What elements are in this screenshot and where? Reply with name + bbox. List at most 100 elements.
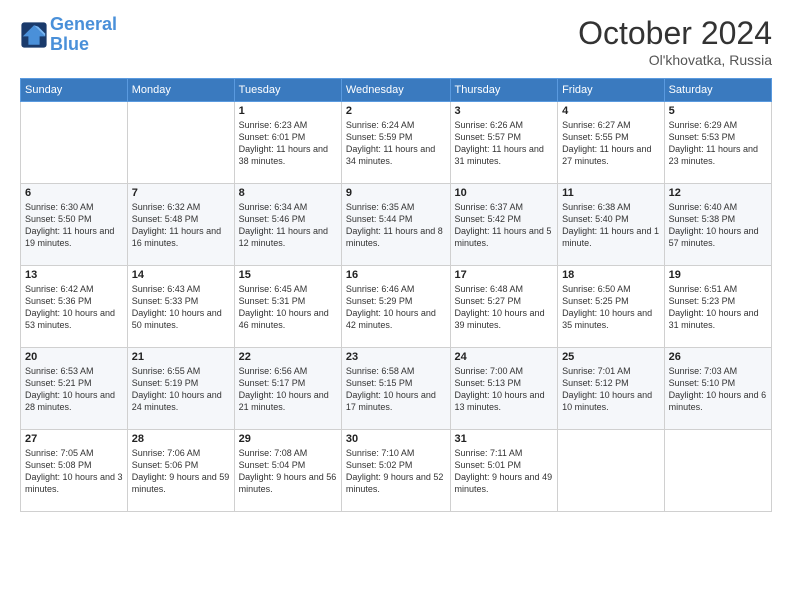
calendar-cell: 24 Sunrise: 7:00 AM Sunset: 5:13 PM Dayli… [450,348,558,430]
day-info: Sunrise: 6:35 AM Sunset: 5:44 PM Dayligh… [346,201,446,250]
day-info: Sunrise: 6:30 AM Sunset: 5:50 PM Dayligh… [25,201,123,250]
col-sunday: Sunday [21,79,128,102]
logo: General Blue [20,15,117,55]
day-info: Sunrise: 6:32 AM Sunset: 5:48 PM Dayligh… [132,201,230,250]
calendar-cell: 27Sunrise: 7:05 AM Sunset: 5:08 PM Dayli… [21,430,128,512]
calendar-cell: 29 Sunrise: 7:08 AM Sunset: 5:04 PM Dayli… [234,430,341,512]
calendar-cell: 6Sunrise: 6:30 AM Sunset: 5:50 PM Daylig… [21,184,128,266]
day-info: Sunrise: 7:05 AM Sunset: 5:08 PM Dayligh… [25,447,123,496]
day-info: Sunrise: 7:00 AM Sunset: 5:13 PM Dayligh… [455,365,554,414]
logo-text: General Blue [50,15,117,55]
calendar-cell: 18Sunrise: 6:50 AM Sunset: 5:25 PM Dayli… [558,266,665,348]
day-number: 18 [562,269,660,281]
calendar-cell: 23Sunrise: 6:58 AM Sunset: 5:15 PM Dayli… [341,348,450,430]
day-info: Sunrise: 7:01 AM Sunset: 5:12 PM Dayligh… [562,365,660,414]
header: General Blue October 2024 Ol'khovatka, R… [20,15,772,68]
day-number: 9 [346,187,446,199]
calendar-cell: 17 Sunrise: 6:48 AM Sunset: 5:27 PM Dayli… [450,266,558,348]
day-number: 30 [346,433,446,445]
calendar-page: General Blue October 2024 Ol'khovatka, R… [0,0,792,612]
calendar-cell: 2 Sunrise: 6:24 AM Sunset: 5:59 PM Daylig… [341,102,450,184]
calendar-cell: 12Sunrise: 6:40 AM Sunset: 5:38 PM Dayli… [664,184,771,266]
day-number: 17 [455,269,554,281]
day-number: 1 [239,105,337,117]
day-number: 28 [132,433,230,445]
calendar-cell: 5 Sunrise: 6:29 AM Sunset: 5:53 PM Daylig… [664,102,771,184]
col-wednesday: Wednesday [341,79,450,102]
day-info: Sunrise: 6:37 AM Sunset: 5:42 PM Dayligh… [455,201,554,250]
day-info: Sunrise: 6:34 AM Sunset: 5:46 PM Dayligh… [239,201,337,250]
day-number: 10 [455,187,554,199]
day-number: 24 [455,351,554,363]
day-info: Sunrise: 6:38 AM Sunset: 5:40 PM Dayligh… [562,201,660,250]
col-friday: Friday [558,79,665,102]
day-info: Sunrise: 6:46 AM Sunset: 5:29 PM Dayligh… [346,283,446,332]
calendar-cell [558,430,665,512]
calendar-cell [664,430,771,512]
calendar-week-3: 20 Sunrise: 6:53 AM Sunset: 5:21 PM Dayli… [21,348,772,430]
calendar-cell: 22 Sunrise: 6:56 AM Sunset: 5:17 PM Dayli… [234,348,341,430]
day-info: Sunrise: 7:06 AM Sunset: 5:06 PM Dayligh… [132,447,230,496]
calendar-week-0: 1 Sunrise: 6:23 AM Sunset: 6:01 PM Daylig… [21,102,772,184]
calendar-cell: 19Sunrise: 6:51 AM Sunset: 5:23 PM Dayli… [664,266,771,348]
calendar-cell: 31Sunrise: 7:11 AM Sunset: 5:01 PM Dayli… [450,430,558,512]
logo-general: General [50,14,117,34]
day-info: Sunrise: 7:03 AM Sunset: 5:10 PM Dayligh… [669,365,767,414]
day-info: Sunrise: 6:24 AM Sunset: 5:59 PM Dayligh… [346,119,446,168]
calendar-cell: 21 Sunrise: 6:55 AM Sunset: 5:19 PM Dayli… [127,348,234,430]
day-info: Sunrise: 6:23 AM Sunset: 6:01 PM Dayligh… [239,119,337,168]
calendar-cell: 25Sunrise: 7:01 AM Sunset: 5:12 PM Dayli… [558,348,665,430]
calendar-cell [21,102,128,184]
calendar-cell: 20 Sunrise: 6:53 AM Sunset: 5:21 PM Dayli… [21,348,128,430]
calendar-cell: 3Sunrise: 6:26 AM Sunset: 5:57 PM Daylig… [450,102,558,184]
day-number: 4 [562,105,660,117]
col-tuesday: Tuesday [234,79,341,102]
day-info: Sunrise: 6:45 AM Sunset: 5:31 PM Dayligh… [239,283,337,332]
col-monday: Monday [127,79,234,102]
day-number: 22 [239,351,337,363]
calendar-cell: 30 Sunrise: 7:10 AM Sunset: 5:02 PM Dayli… [341,430,450,512]
calendar-cell: 26 Sunrise: 7:03 AM Sunset: 5:10 PM Dayli… [664,348,771,430]
day-number: 11 [562,187,660,199]
day-info: Sunrise: 6:48 AM Sunset: 5:27 PM Dayligh… [455,283,554,332]
day-number: 8 [239,187,337,199]
col-thursday: Thursday [450,79,558,102]
day-info: Sunrise: 6:26 AM Sunset: 5:57 PM Dayligh… [455,119,554,168]
calendar-cell: 15 Sunrise: 6:45 AM Sunset: 5:31 PM Dayli… [234,266,341,348]
day-info: Sunrise: 6:55 AM Sunset: 5:19 PM Dayligh… [132,365,230,414]
day-number: 2 [346,105,446,117]
calendar-cell: 7 Sunrise: 6:32 AM Sunset: 5:48 PM Daylig… [127,184,234,266]
day-info: Sunrise: 6:51 AM Sunset: 5:23 PM Dayligh… [669,283,767,332]
day-number: 5 [669,105,767,117]
day-number: 26 [669,351,767,363]
day-info: Sunrise: 6:56 AM Sunset: 5:17 PM Dayligh… [239,365,337,414]
day-number: 16 [346,269,446,281]
calendar-cell: 11 Sunrise: 6:38 AM Sunset: 5:40 PM Dayli… [558,184,665,266]
day-info: Sunrise: 7:08 AM Sunset: 5:04 PM Dayligh… [239,447,337,496]
calendar-cell: 10 Sunrise: 6:37 AM Sunset: 5:42 PM Dayli… [450,184,558,266]
logo-blue: Blue [50,34,89,54]
day-info: Sunrise: 6:27 AM Sunset: 5:55 PM Dayligh… [562,119,660,168]
calendar-cell [127,102,234,184]
day-info: Sunrise: 6:29 AM Sunset: 5:53 PM Dayligh… [669,119,767,168]
day-number: 29 [239,433,337,445]
day-number: 7 [132,187,230,199]
day-number: 15 [239,269,337,281]
day-info: Sunrise: 7:10 AM Sunset: 5:02 PM Dayligh… [346,447,446,496]
calendar-week-1: 6Sunrise: 6:30 AM Sunset: 5:50 PM Daylig… [21,184,772,266]
calendar-cell: 13Sunrise: 6:42 AM Sunset: 5:36 PM Dayli… [21,266,128,348]
calendar-cell: 9 Sunrise: 6:35 AM Sunset: 5:44 PM Daylig… [341,184,450,266]
calendar-cell: 8 Sunrise: 6:34 AM Sunset: 5:46 PM Daylig… [234,184,341,266]
day-number: 21 [132,351,230,363]
logo-icon [20,21,48,49]
day-info: Sunrise: 6:42 AM Sunset: 5:36 PM Dayligh… [25,283,123,332]
col-saturday: Saturday [664,79,771,102]
calendar-week-4: 27Sunrise: 7:05 AM Sunset: 5:08 PM Dayli… [21,430,772,512]
calendar-cell: 28 Sunrise: 7:06 AM Sunset: 5:06 PM Dayli… [127,430,234,512]
day-info: Sunrise: 6:53 AM Sunset: 5:21 PM Dayligh… [25,365,123,414]
calendar-week-2: 13Sunrise: 6:42 AM Sunset: 5:36 PM Dayli… [21,266,772,348]
day-number: 14 [132,269,230,281]
title-block: October 2024 Ol'khovatka, Russia [578,15,772,68]
day-number: 20 [25,351,123,363]
day-number: 31 [455,433,554,445]
